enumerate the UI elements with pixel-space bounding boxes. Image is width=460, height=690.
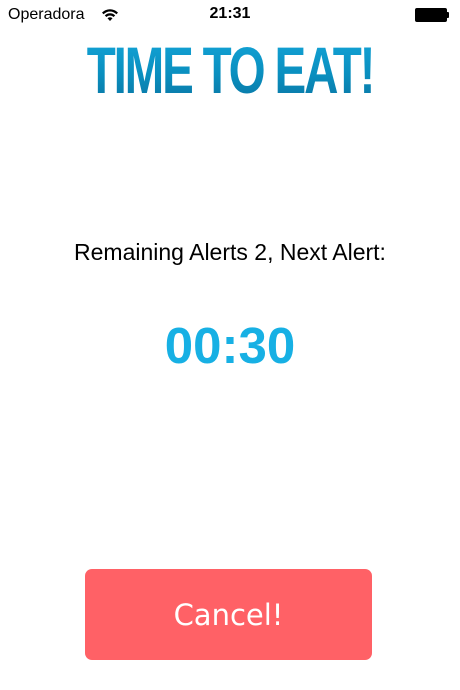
cancel-button[interactable]: Cancel! [85,569,372,660]
battery-icon [415,8,449,22]
status-bar: Operadora 21:31 [0,0,460,30]
app-title: TIME TO EAT! [64,28,395,112]
remaining-alerts-text: Remaining Alerts 2, Next Alert: [74,239,386,265]
countdown-timer: 00:30 [164,317,296,374]
clock: 21:31 [209,5,251,22]
